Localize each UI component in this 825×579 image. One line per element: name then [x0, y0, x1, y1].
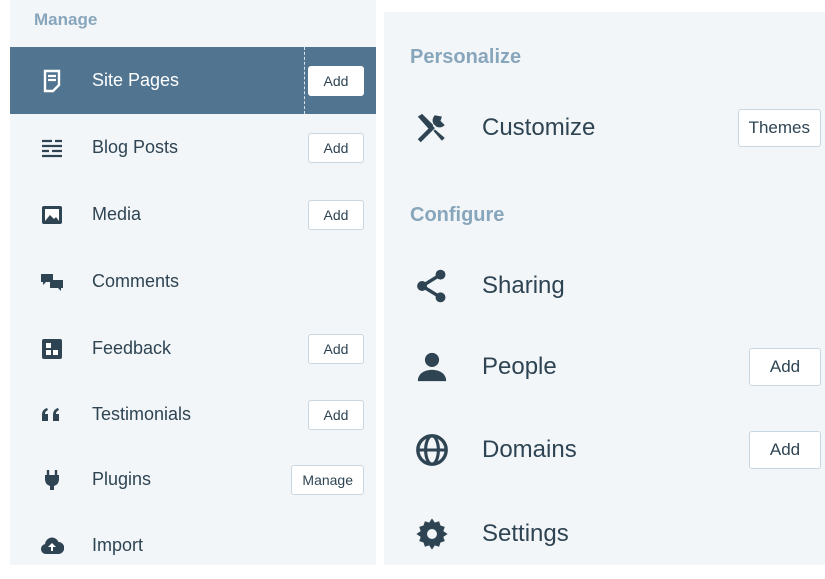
- sidebar-item-import[interactable]: Import: [10, 512, 376, 579]
- settings-panel: Personalize Customize Themes Configure S…: [384, 12, 825, 565]
- themes-button[interactable]: Themes: [737, 109, 821, 147]
- share-icon: [412, 266, 452, 306]
- configure-header: Configure: [410, 204, 505, 226]
- add-media-button[interactable]: Add: [308, 199, 364, 230]
- sidebar-item-domains[interactable]: Domains Add: [384, 410, 825, 490]
- divider: [304, 47, 306, 114]
- sidebar-item-label: Domains: [482, 436, 577, 463]
- add-blog-post-button[interactable]: Add: [308, 132, 364, 163]
- sidebar-item-media[interactable]: Media Add: [10, 181, 376, 248]
- add-domain-button[interactable]: Add: [749, 431, 821, 469]
- add-testimonial-button[interactable]: Add: [308, 399, 364, 430]
- sidebar-item-sharing[interactable]: Sharing: [384, 246, 825, 326]
- sidebar-item-label: Blog Posts: [92, 137, 179, 157]
- sidebar-item-feedback[interactable]: Feedback Add: [10, 315, 376, 382]
- sidebar-item-label: Import: [92, 535, 144, 555]
- sidebar-item-site-pages[interactable]: Site Pages Add: [10, 47, 376, 114]
- sidebar-item-customize[interactable]: Customize Themes: [384, 88, 825, 168]
- sidebar-item-settings[interactable]: Settings: [384, 494, 825, 574]
- person-icon: [412, 347, 452, 387]
- sidebar-item-label: Testimonials: [92, 404, 192, 424]
- add-feedback-button[interactable]: Add: [308, 333, 364, 364]
- personalize-header: Personalize: [410, 46, 522, 68]
- sidebar-item-people[interactable]: People Add: [384, 327, 825, 407]
- page-icon: [36, 65, 68, 97]
- manage-plugins-button[interactable]: Manage: [291, 464, 364, 495]
- sidebar-item-blog-posts[interactable]: Blog Posts Add: [10, 114, 376, 181]
- globe-icon: [412, 430, 452, 470]
- add-site-page-button[interactable]: Add: [308, 65, 364, 96]
- sidebar-item-testimonials[interactable]: Testimonials Add: [10, 381, 376, 448]
- plug-icon: [36, 464, 68, 496]
- add-people-button[interactable]: Add: [749, 348, 821, 386]
- posts-icon: [36, 132, 68, 164]
- image-icon: [36, 199, 68, 231]
- manage-header: Manage: [34, 10, 98, 29]
- gear-icon: [412, 514, 452, 554]
- manage-panel: Manage Site Pages Add Blog Posts Add Med…: [10, 0, 376, 565]
- sidebar-item-label: Comments: [92, 271, 180, 291]
- sidebar-item-label: Sharing: [482, 272, 565, 299]
- sidebar-item-plugins[interactable]: Plugins Manage: [10, 446, 376, 513]
- sidebar-item-label: Customize: [482, 114, 596, 141]
- sidebar-item-label: Settings: [482, 520, 569, 547]
- feedback-icon: [36, 333, 68, 365]
- sidebar-item-label: Feedback: [92, 338, 172, 358]
- sidebar-item-comments[interactable]: Comments: [10, 248, 376, 315]
- sidebar-item-label: Site Pages: [92, 70, 180, 90]
- tools-icon: [412, 108, 452, 148]
- comments-icon: [36, 266, 68, 298]
- quote-icon: [36, 399, 68, 431]
- cloud-upload-icon: [36, 530, 68, 562]
- sidebar-item-label: Plugins: [92, 469, 152, 489]
- sidebar-item-label: Media: [92, 204, 142, 224]
- sidebar-item-label: People: [482, 353, 557, 380]
